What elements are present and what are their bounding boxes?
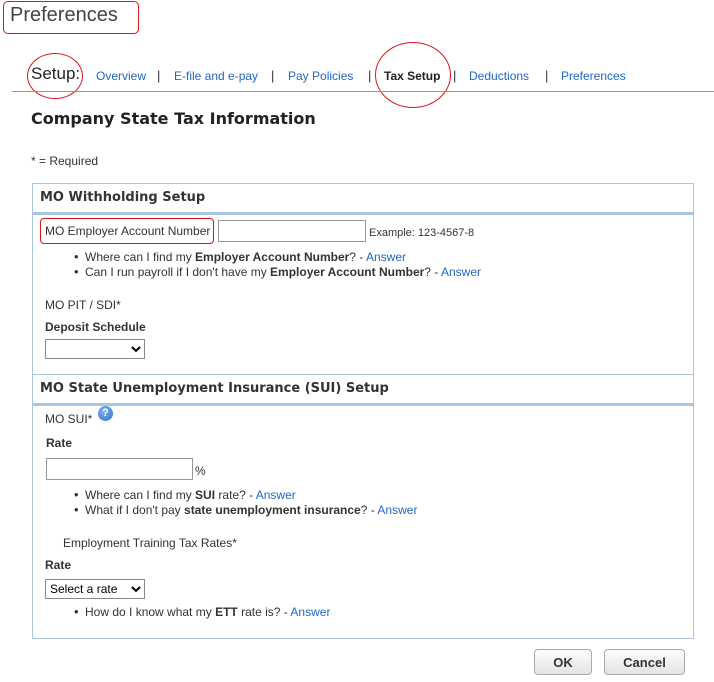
answer-link[interactable]: Answer <box>377 503 417 517</box>
pit-sdi-label: MO PIT / SDI* <box>45 298 121 312</box>
answer-link[interactable]: Answer <box>441 265 481 279</box>
nav-tax-setup[interactable]: Tax Setup <box>384 69 440 83</box>
faq-payroll-without-account: Can I run payroll if I don't have my Emp… <box>74 264 481 279</box>
required-note: * = Required <box>31 154 99 168</box>
deposit-schedule-label: Deposit Schedule <box>45 320 146 334</box>
nav-efile-epay[interactable]: E-file and e-pay <box>174 69 258 83</box>
nav-overview[interactable]: Overview <box>96 69 146 83</box>
nav-preferences[interactable]: Preferences <box>561 69 626 83</box>
sui-heading: MO State Unemployment Insurance (SUI) Se… <box>40 381 389 396</box>
ett-label: Employment Training Tax Rates* <box>63 536 237 550</box>
nav-separator: | <box>271 68 275 83</box>
nav-separator: | <box>453 68 457 83</box>
ett-rate-label: Rate <box>45 558 72 572</box>
help-icon[interactable]: ? <box>98 406 113 421</box>
nav-separator: | <box>368 68 372 83</box>
withholding-heading: MO Withholding Setup <box>40 190 206 205</box>
setup-label: Setup: <box>31 64 81 83</box>
account-example: Example: 123-4567-8 <box>369 227 475 239</box>
nav-separator: | <box>157 68 161 83</box>
ok-button[interactable]: OK <box>534 649 592 675</box>
page-title: Company State Tax Information <box>31 109 316 128</box>
cancel-button[interactable]: Cancel <box>604 649 685 675</box>
sui-rate-label: Rate <box>46 436 73 450</box>
nav-separator: | <box>545 68 549 83</box>
percent-sign: % <box>195 464 206 478</box>
answer-link[interactable]: Answer <box>290 605 330 619</box>
faq-find-account: Where can I find my Employer Account Num… <box>74 249 406 264</box>
withholding-section-header: MO Withholding Setup <box>32 183 694 215</box>
nav-pay-policies[interactable]: Pay Policies <box>288 69 353 83</box>
employer-account-label: MO Employer Account Number <box>45 224 211 238</box>
sui-section-header: MO State Unemployment Insurance (SUI) Se… <box>32 374 694 406</box>
answer-link[interactable]: Answer <box>256 488 296 502</box>
nav-deductions[interactable]: Deductions <box>469 69 529 83</box>
faq-no-sui: What if I don't pay state unemployment i… <box>74 502 417 517</box>
sui-rate-input[interactable] <box>46 458 193 480</box>
page-header-title: Preferences <box>10 4 118 26</box>
faq-ett-rate: How do I know what my ETT rate is? - Ans… <box>74 604 330 619</box>
deposit-schedule-select[interactable] <box>45 339 145 359</box>
nav-divider <box>12 91 714 92</box>
sui-label: MO SUI* <box>45 412 93 426</box>
answer-link[interactable]: Answer <box>366 250 406 264</box>
employer-account-input[interactable] <box>218 220 366 242</box>
faq-find-sui-rate: Where can I find my SUI rate? - Answer <box>74 487 296 502</box>
ett-rate-select[interactable]: Select a rate <box>45 579 145 599</box>
